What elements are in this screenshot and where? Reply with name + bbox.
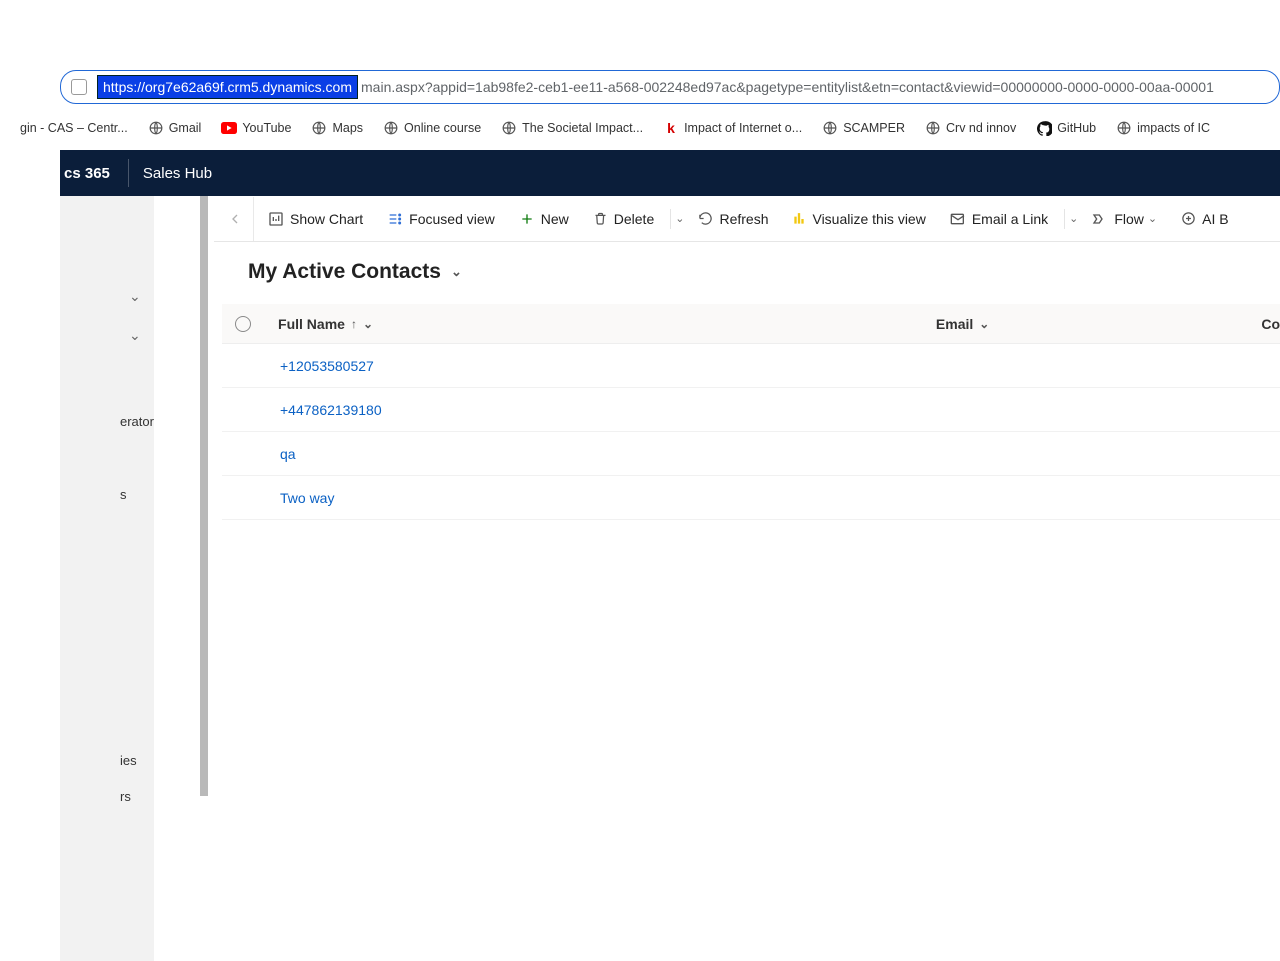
table-row[interactable]: Two way [222,476,1280,520]
email-link-button[interactable]: Email a Link [940,205,1058,233]
bookmark-label: Online course [404,121,481,135]
chevron-down-icon[interactable]: ⌄ [1069,212,1078,225]
chevron-down-icon[interactable]: ⌄ [129,288,141,305]
table-row[interactable]: +12053580527 [222,344,1280,388]
col-label: Email [936,316,973,332]
fullname-link[interactable]: +447862139180 [266,402,954,418]
bookmark-label: GitHub [1057,121,1096,135]
divider [1064,209,1065,229]
bookmark-label: Gmail [169,121,202,135]
app-name[interactable]: cs 365 [60,159,129,187]
cmd-label: Flow [1114,211,1144,227]
bookmark-label: impacts of IC [1137,121,1210,135]
bookmark-label: Crv nd innov [946,121,1016,135]
url-remainder[interactable]: main.aspx?appid=1ab98fe2-ceb1-ee11-a568-… [361,79,1214,95]
cmd-label: Refresh [719,211,768,227]
url-selected-portion[interactable]: https://org7e62a69f.crm5.dynamics.com [97,75,358,99]
divider [670,209,671,229]
bookmark-item[interactable]: k Impact of Internet o... [663,120,802,136]
github-icon [1036,120,1052,136]
column-header-email[interactable]: Email ⌄ [922,316,1247,332]
chevron-down-icon: ⌄ [363,317,373,331]
refresh-button[interactable]: Refresh [688,205,778,233]
view-name: My Active Contacts [248,260,441,284]
cmd-label: AI B [1202,211,1228,227]
globe-icon [925,120,941,136]
table-row[interactable]: +447862139180 [222,388,1280,432]
delete-button[interactable]: Delete [583,205,664,233]
flow-button[interactable]: Flow ⌄ [1082,205,1167,233]
contacts-grid: Full Name ↑ ⌄ Email ⌄ Co +12053580527 +4… [222,304,1280,520]
cmd-label: Focused view [409,211,495,227]
sidebar-item-partial[interactable]: erator [120,414,154,429]
bookmark-item[interactable]: Gmail [148,120,202,136]
bookmark-label: The Societal Impact... [522,121,643,135]
col-label: Full Name [278,316,345,332]
globe-icon [501,120,517,136]
bookmark-item[interactable]: YouTube [221,120,291,136]
app-top-bar: cs 365 Sales Hub [60,150,1280,196]
show-chart-button[interactable]: Show Chart [258,205,373,233]
bookmark-item[interactable]: SCAMPER [822,120,905,136]
globe-icon [822,120,838,136]
view-selector[interactable]: My Active Contacts ⌄ [248,260,462,284]
cmd-label: Visualize this view [812,211,925,227]
ai-builder-button[interactable]: AI B [1171,205,1238,233]
back-button[interactable] [216,197,254,241]
youtube-icon [221,120,237,136]
browser-address-bar[interactable]: https://org7e62a69f.crm5.dynamics.com ma… [60,70,1280,104]
command-bar: Show Chart Focused view New Delete ⌄ Ref… [214,196,1280,242]
bookmark-item[interactable]: impacts of IC [1116,120,1210,136]
new-button[interactable]: New [509,205,579,233]
cmd-label: Delete [614,211,654,227]
bookmark-label: SCAMPER [843,121,905,135]
bookmark-label: gin - CAS – Centr... [20,121,128,135]
focused-view-button[interactable]: Focused view [377,205,505,233]
globe-icon [148,120,164,136]
bookmark-item[interactable]: GitHub [1036,120,1096,136]
column-header-co[interactable]: Co [1247,316,1280,332]
globe-icon [383,120,399,136]
cmd-label: Email a Link [972,211,1048,227]
bookmark-label: YouTube [242,121,291,135]
cmd-label: Show Chart [290,211,363,227]
sort-ascending-icon: ↑ [351,317,357,331]
table-row[interactable]: qa [222,432,1280,476]
site-info-icon[interactable] [71,79,87,95]
bookmark-item[interactable]: The Societal Impact... [501,120,643,136]
chevron-down-icon: ⌄ [451,264,462,280]
chevron-down-icon[interactable]: ⌄ [675,212,684,225]
fullname-link[interactable]: +12053580527 [266,358,954,374]
grid-header-row: Full Name ↑ ⌄ Email ⌄ Co [222,304,1280,344]
col-label: Co [1261,316,1280,332]
sidebar-item-partial[interactable]: ies [120,753,137,768]
fullname-link[interactable]: Two way [266,490,954,506]
globe-icon [1116,120,1132,136]
chevron-down-icon[interactable]: ⌄ [129,327,141,344]
app-hub-name[interactable]: Sales Hub [129,165,212,182]
column-header-fullname[interactable]: Full Name ↑ ⌄ [264,316,922,332]
chevron-down-icon[interactable]: ⌄ [1148,212,1157,225]
sidebar-item-partial[interactable]: s [120,487,127,502]
bookmark-label: Impact of Internet o... [684,121,802,135]
bookmark-item[interactable]: Crv nd innov [925,120,1016,136]
bookmark-item[interactable]: gin - CAS – Centr... [20,121,128,135]
bookmark-label: Maps [332,121,363,135]
fullname-link[interactable]: qa [266,446,954,462]
k-icon: k [663,120,679,136]
chevron-down-icon: ⌄ [979,317,989,331]
select-all-checkbox[interactable] [222,316,264,332]
globe-icon [311,120,327,136]
bookmark-item[interactable]: Maps [311,120,363,136]
visualize-view-button[interactable]: Visualize this view [782,205,935,233]
bookmarks-bar: gin - CAS – Centr... Gmail YouTube Maps … [20,114,1280,142]
cmd-label: New [541,211,569,227]
left-scrollbar[interactable] [200,196,208,796]
sidebar-item-partial[interactable]: rs [120,789,131,804]
bookmark-item[interactable]: Online course [383,120,481,136]
